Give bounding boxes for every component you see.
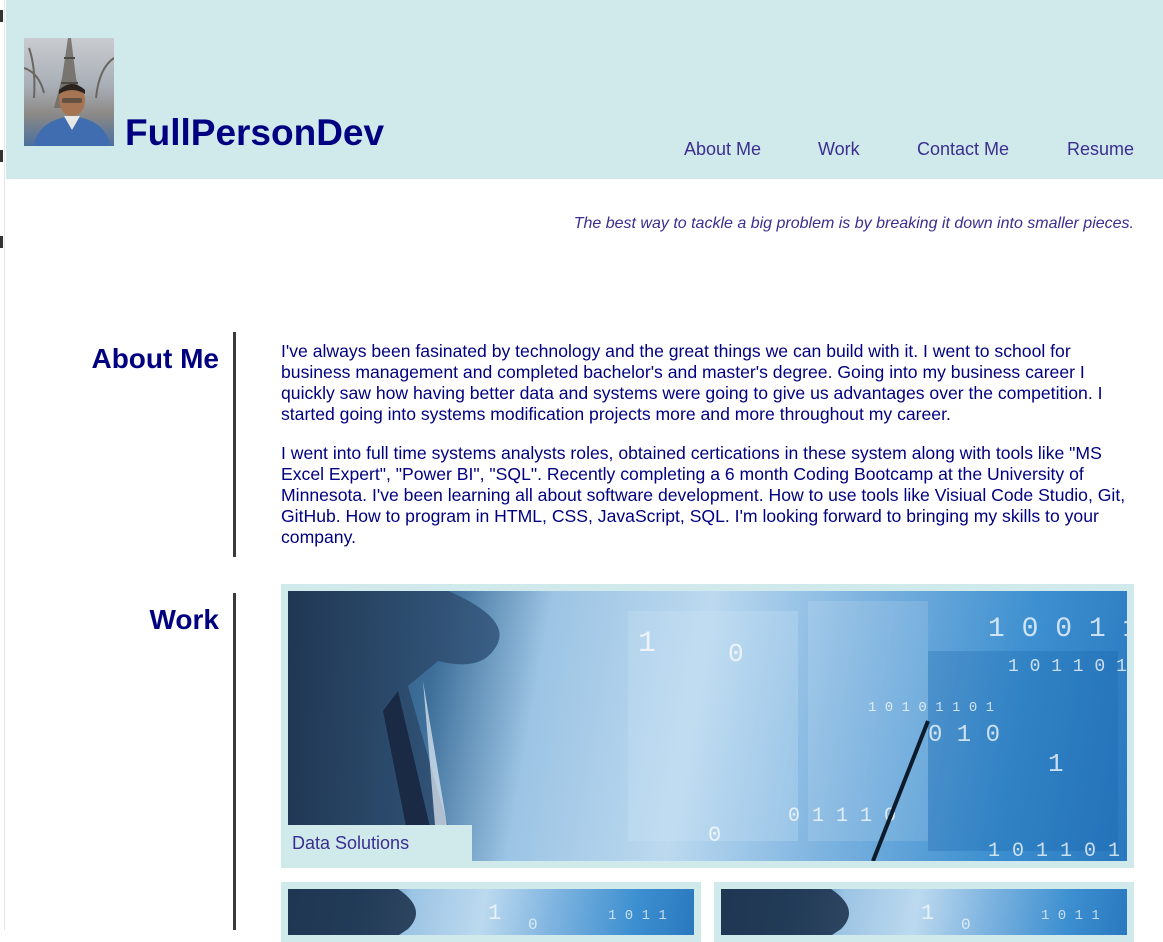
profile-photo [24,38,114,146]
svg-text:1 0 1 0 1 1 0 1: 1 0 1 0 1 1 0 1 [868,700,994,716]
work-divider [233,593,236,930]
edge-mark [0,150,3,162]
tagline: The best way to tackle a big problem is … [573,215,1134,232]
svg-text:1 0 0 1 1: 1 0 0 1 1 [988,614,1127,645]
project-caption: Data Solutions [288,825,472,861]
work-heading: Work [149,604,220,635]
nav-resume[interactable]: Resume [1067,139,1134,160]
svg-text:0: 0 [528,916,538,934]
svg-text:1: 1 [921,901,934,926]
project-image: 1 0 1 0 0 1 1 1 0 1 1 0 1 1 0 1 0 1 0 1 … [288,591,1127,861]
edge-mark [0,236,3,248]
nav-work[interactable]: Work [818,139,860,160]
svg-text:0: 0 [961,916,971,934]
work-card[interactable]: 1 0 1 0 1 1 [281,882,701,942]
edge-mark [0,10,3,22]
project-image: 1 0 1 0 1 1 [288,889,694,935]
svg-text:1: 1 [1048,749,1064,779]
svg-text:1: 1 [638,627,656,661]
site-header: FullPersonDev About Me Work Contact Me R… [6,0,1163,179]
nav-about-me[interactable]: About Me [684,139,761,160]
work-card-featured[interactable]: 1 0 1 0 0 1 1 1 0 1 1 0 1 1 0 1 0 1 0 1 … [281,584,1134,868]
window-left-edge [0,0,5,930]
nav-contact-me[interactable]: Contact Me [917,139,1009,160]
about-divider [233,332,236,557]
work-card[interactable]: 1 0 1 0 1 1 [714,882,1134,942]
svg-text:1 0 1 1 0 1 1: 1 0 1 1 0 1 1 [1008,657,1127,677]
svg-text:1 0 1 1: 1 0 1 1 [1041,908,1100,924]
svg-text:1: 1 [488,901,501,926]
about-paragraph: I went into full time systems analysts r… [281,443,1126,547]
about-paragraph: I've always been fasinated by technology… [281,341,1103,424]
svg-text:1 0 1 1 0 1 1 9: 1 0 1 1 0 1 1 9 [988,840,1127,861]
svg-text:0: 0 [728,639,744,669]
about-heading: About Me [91,343,219,374]
svg-text:1 0 1 1: 1 0 1 1 [608,908,667,924]
about-text: I've always been fasinated by technology… [281,341,1129,566]
main-nav: About Me Work Contact Me Resume [6,139,1163,161]
project-image: 1 0 1 0 1 1 [721,889,1127,935]
svg-text:0 1 1 1 0: 0 1 1 1 0 [788,805,896,828]
svg-text:0 1 0: 0 1 0 [928,722,1000,749]
svg-text:0: 0 [708,823,721,848]
